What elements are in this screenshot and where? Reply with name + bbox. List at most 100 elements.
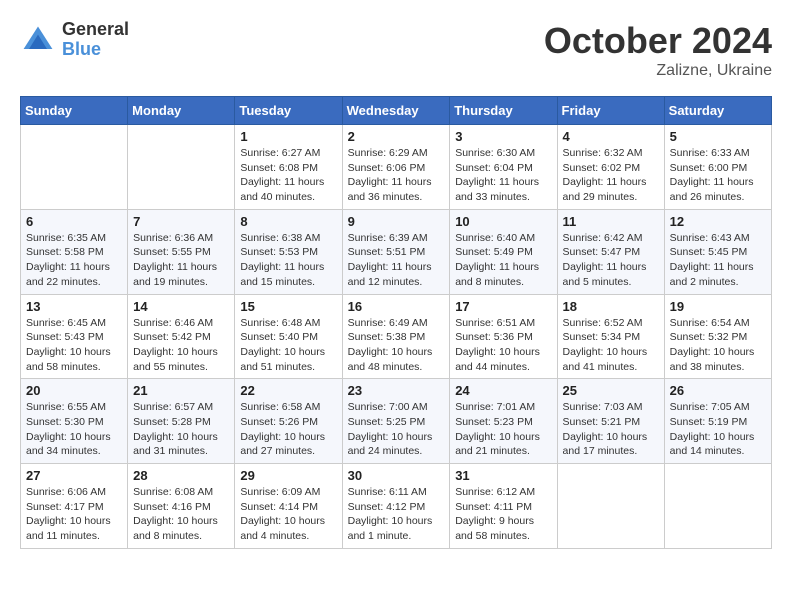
day-info: Sunrise: 7:05 AM Sunset: 5:19 PM Dayligh… (670, 400, 766, 459)
day-info: Sunrise: 6:51 AM Sunset: 5:36 PM Dayligh… (455, 316, 551, 375)
day-number: 28 (133, 468, 229, 483)
day-info: Sunrise: 6:54 AM Sunset: 5:32 PM Dayligh… (670, 316, 766, 375)
day-info: Sunrise: 6:49 AM Sunset: 5:38 PM Dayligh… (348, 316, 445, 375)
day-number: 16 (348, 299, 445, 314)
day-number: 21 (133, 383, 229, 398)
calendar-cell: 30 Sunrise: 6:11 AM Sunset: 4:12 PM Dayli… (342, 464, 450, 549)
day-info: Sunrise: 7:03 AM Sunset: 5:21 PM Dayligh… (563, 400, 659, 459)
day-number: 8 (240, 214, 336, 229)
day-info: Sunrise: 6:43 AM Sunset: 5:45 PM Dayligh… (670, 231, 766, 290)
day-info: Sunrise: 6:12 AM Sunset: 4:11 PM Dayligh… (455, 485, 551, 544)
day-number: 7 (133, 214, 229, 229)
day-info: Sunrise: 6:35 AM Sunset: 5:58 PM Dayligh… (26, 231, 122, 290)
day-of-week-header: Wednesday (342, 97, 450, 125)
calendar-week-row: 1 Sunrise: 6:27 AM Sunset: 6:08 PM Daylig… (21, 125, 772, 210)
calendar-week-row: 27Sunrise: 6:06 AM Sunset: 4:17 PM Dayli… (21, 464, 772, 549)
day-info: Sunrise: 6:48 AM Sunset: 5:40 PM Dayligh… (240, 316, 336, 375)
day-number: 26 (670, 383, 766, 398)
calendar-cell: 3 Sunrise: 6:30 AM Sunset: 6:04 PM Daylig… (450, 125, 557, 210)
day-number: 23 (348, 383, 445, 398)
calendar-week-row: 13 Sunrise: 6:45 AM Sunset: 5:43 PM Dayli… (21, 294, 772, 379)
day-number: 22 (240, 383, 336, 398)
logo: General Blue (20, 20, 129, 60)
calendar-cell: 8 Sunrise: 6:38 AM Sunset: 5:53 PM Daylig… (235, 209, 342, 294)
calendar-cell (21, 125, 128, 210)
day-of-week-header: Thursday (450, 97, 557, 125)
day-number: 13 (26, 299, 122, 314)
location: Zalizne, Ukraine (544, 62, 772, 80)
day-number: 1 (240, 129, 336, 144)
calendar-cell: 13 Sunrise: 6:45 AM Sunset: 5:43 PM Dayli… (21, 294, 128, 379)
calendar-cell: 22 Sunrise: 6:58 AM Sunset: 5:26 PM Dayli… (235, 379, 342, 464)
day-number: 15 (240, 299, 336, 314)
calendar-cell: 15 Sunrise: 6:48 AM Sunset: 5:40 PM Dayli… (235, 294, 342, 379)
calendar-cell: 28 Sunrise: 6:08 AM Sunset: 4:16 PM Dayli… (128, 464, 235, 549)
calendar-cell: 16 Sunrise: 6:49 AM Sunset: 5:38 PM Dayli… (342, 294, 450, 379)
day-info: Sunrise: 6:36 AM Sunset: 5:55 PM Dayligh… (133, 231, 229, 290)
day-of-week-header: Saturday (664, 97, 771, 125)
day-info: Sunrise: 6:08 AM Sunset: 4:16 PM Dayligh… (133, 485, 229, 544)
calendar-cell: 24Sunrise: 7:01 AM Sunset: 5:23 PM Dayli… (450, 379, 557, 464)
calendar-cell (557, 464, 664, 549)
day-number: 31 (455, 468, 551, 483)
day-number: 25 (563, 383, 659, 398)
day-number: 19 (670, 299, 766, 314)
day-info: Sunrise: 6:58 AM Sunset: 5:26 PM Dayligh… (240, 400, 336, 459)
day-number: 12 (670, 214, 766, 229)
calendar-cell: 9 Sunrise: 6:39 AM Sunset: 5:51 PM Daylig… (342, 209, 450, 294)
calendar-cell: 17 Sunrise: 6:51 AM Sunset: 5:36 PM Dayli… (450, 294, 557, 379)
calendar-cell: 12 Sunrise: 6:43 AM Sunset: 5:45 PM Dayli… (664, 209, 771, 294)
day-number: 3 (455, 129, 551, 144)
day-number: 17 (455, 299, 551, 314)
day-info: Sunrise: 6:29 AM Sunset: 6:06 PM Dayligh… (348, 146, 445, 205)
day-number: 2 (348, 129, 445, 144)
day-info: Sunrise: 7:00 AM Sunset: 5:25 PM Dayligh… (348, 400, 445, 459)
day-info: Sunrise: 6:55 AM Sunset: 5:30 PM Dayligh… (26, 400, 122, 459)
calendar-cell: 1 Sunrise: 6:27 AM Sunset: 6:08 PM Daylig… (235, 125, 342, 210)
day-info: Sunrise: 6:33 AM Sunset: 6:00 PM Dayligh… (670, 146, 766, 205)
calendar-cell: 29Sunrise: 6:09 AM Sunset: 4:14 PM Dayli… (235, 464, 342, 549)
calendar-cell: 21Sunrise: 6:57 AM Sunset: 5:28 PM Dayli… (128, 379, 235, 464)
day-info: Sunrise: 6:27 AM Sunset: 6:08 PM Dayligh… (240, 146, 336, 205)
calendar-cell: 18 Sunrise: 6:52 AM Sunset: 5:34 PM Dayli… (557, 294, 664, 379)
day-info: Sunrise: 6:32 AM Sunset: 6:02 PM Dayligh… (563, 146, 659, 205)
calendar-cell: 23 Sunrise: 7:00 AM Sunset: 5:25 PM Dayli… (342, 379, 450, 464)
page-header: General Blue October 2024 Zalizne, Ukrai… (20, 20, 772, 80)
day-info: Sunrise: 6:11 AM Sunset: 4:12 PM Dayligh… (348, 485, 445, 544)
day-number: 27 (26, 468, 122, 483)
logo-text: General Blue (62, 20, 129, 60)
calendar-cell: 11Sunrise: 6:42 AM Sunset: 5:47 PM Dayli… (557, 209, 664, 294)
day-info: Sunrise: 6:39 AM Sunset: 5:51 PM Dayligh… (348, 231, 445, 290)
calendar-cell: 19 Sunrise: 6:54 AM Sunset: 5:32 PM Dayli… (664, 294, 771, 379)
day-number: 9 (348, 214, 445, 229)
calendar-week-row: 6 Sunrise: 6:35 AM Sunset: 5:58 PM Daylig… (21, 209, 772, 294)
day-info: Sunrise: 6:30 AM Sunset: 6:04 PM Dayligh… (455, 146, 551, 205)
day-number: 18 (563, 299, 659, 314)
calendar-week-row: 20 Sunrise: 6:55 AM Sunset: 5:30 PM Dayli… (21, 379, 772, 464)
calendar-cell: 2 Sunrise: 6:29 AM Sunset: 6:06 PM Daylig… (342, 125, 450, 210)
day-number: 20 (26, 383, 122, 398)
day-of-week-header: Tuesday (235, 97, 342, 125)
day-of-week-header: Sunday (21, 97, 128, 125)
calendar-cell: 7 Sunrise: 6:36 AM Sunset: 5:55 PM Daylig… (128, 209, 235, 294)
day-info: Sunrise: 7:01 AM Sunset: 5:23 PM Dayligh… (455, 400, 551, 459)
day-number: 10 (455, 214, 551, 229)
calendar-table: SundayMondayTuesdayWednesdayThursdayFrid… (20, 96, 772, 549)
day-info: Sunrise: 6:52 AM Sunset: 5:34 PM Dayligh… (563, 316, 659, 375)
calendar-cell (128, 125, 235, 210)
day-info: Sunrise: 6:38 AM Sunset: 5:53 PM Dayligh… (240, 231, 336, 290)
day-number: 5 (670, 129, 766, 144)
logo-general: General (62, 20, 129, 40)
logo-icon (20, 22, 56, 58)
day-of-week-header: Friday (557, 97, 664, 125)
day-of-week-header: Monday (128, 97, 235, 125)
calendar-cell: 27Sunrise: 6:06 AM Sunset: 4:17 PM Dayli… (21, 464, 128, 549)
day-number: 6 (26, 214, 122, 229)
day-number: 11 (563, 214, 659, 229)
day-info: Sunrise: 6:45 AM Sunset: 5:43 PM Dayligh… (26, 316, 122, 375)
calendar-cell: 25 Sunrise: 7:03 AM Sunset: 5:21 PM Dayli… (557, 379, 664, 464)
month-title: October 2024 (544, 20, 772, 62)
day-info: Sunrise: 6:40 AM Sunset: 5:49 PM Dayligh… (455, 231, 551, 290)
day-number: 30 (348, 468, 445, 483)
day-info: Sunrise: 6:09 AM Sunset: 4:14 PM Dayligh… (240, 485, 336, 544)
